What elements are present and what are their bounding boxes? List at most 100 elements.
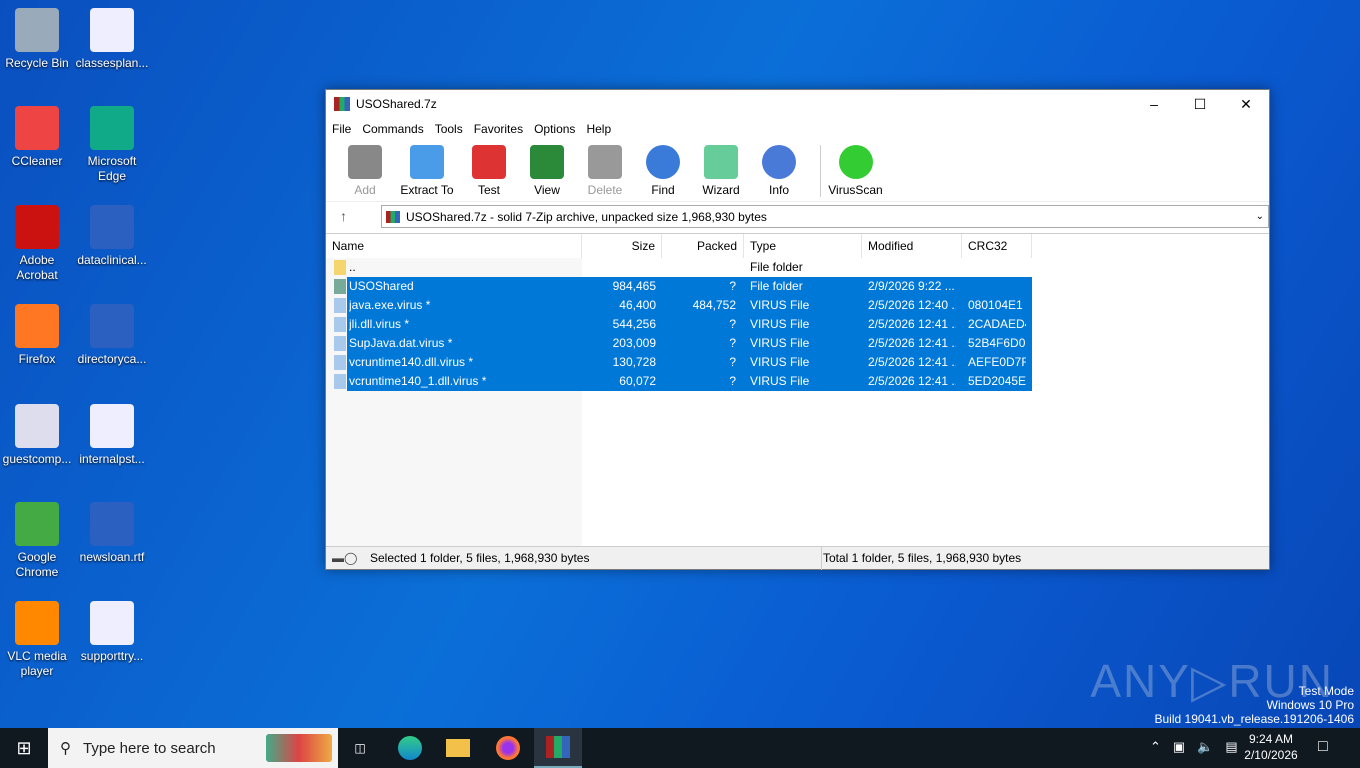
desktop-icon[interactable]: Google Chrome: [0, 502, 75, 580]
desktop-icon-label: Microsoft Edge: [87, 154, 137, 183]
column-header-crc32[interactable]: CRC32: [962, 234, 1032, 258]
start-button[interactable]: ⊞: [0, 728, 48, 768]
table-row[interactable]: vcruntime140.dll.virus * 130,728? VIRUS Fi…: [326, 353, 1032, 372]
cell-size: 130,728: [612, 355, 656, 369]
desktop-icon-label: dataclinical...: [77, 253, 147, 267]
cell-type: VIRUS File: [750, 298, 810, 312]
info-icon: [762, 145, 796, 179]
toolbar-label: Test: [477, 183, 500, 197]
table-row[interactable]: java.exe.virus * 46,400 484,752 VIRUS File 2…: [326, 296, 1032, 315]
cell-packed: ?: [729, 336, 736, 350]
file-icon: [90, 304, 134, 348]
cell-crc: AEFE0D7F: [968, 355, 1026, 369]
network-icon[interactable]: ▤: [1225, 739, 1237, 755]
toolbar-view-button[interactable]: View: [518, 145, 576, 197]
desktop-icon[interactable]: newsloan.rtf: [74, 502, 150, 565]
column-header-name[interactable]: Name: [326, 234, 582, 258]
table-row[interactable]: vcruntime140_1.dll.virus * 60,072? VIRUS F…: [326, 372, 1032, 391]
table-row[interactable]: USOShared 984,465? File folder 2/9/2026 9:2…: [326, 277, 1032, 296]
desktop-icon[interactable]: guestcomp...: [0, 404, 75, 467]
anyrun-watermark: ANY▷RUN Test Mode Windows 10 Pro Build 1…: [1090, 655, 1354, 726]
menu-options[interactable]: Options: [534, 122, 575, 136]
close-button[interactable]: ✕: [1223, 90, 1269, 118]
desktop-icon[interactable]: classesplan...: [74, 8, 150, 71]
desktop-icon-label: Google Chrome: [15, 550, 59, 579]
desktop-icon[interactable]: Adobe Acrobat: [0, 205, 75, 283]
file-icon: [334, 374, 346, 389]
toolbar-add-button[interactable]: Add: [336, 145, 394, 197]
desktop-icon[interactable]: dataclinical...: [74, 205, 150, 268]
file-icon: [90, 404, 134, 448]
firefox-taskbar-button[interactable]: [484, 728, 532, 768]
desktop-icon[interactable]: directoryca...: [74, 304, 150, 367]
volume-icon[interactable]: 🔈: [1197, 739, 1213, 755]
file-icon: [15, 304, 59, 348]
column-header-modified[interactable]: Modified: [862, 234, 962, 258]
anyrun-logo: ANY▷RUN: [1090, 655, 1334, 707]
task-view-button[interactable]: ◫: [336, 728, 384, 768]
toolbar-delete-button[interactable]: Delete: [576, 145, 634, 197]
menu-commands[interactable]: Commands: [362, 122, 423, 136]
up-arrow-icon[interactable]: ↑: [340, 208, 347, 224]
camera-icon[interactable]: ▣: [1173, 739, 1185, 755]
toolbar-find-button[interactable]: Find: [634, 145, 692, 197]
menu-tools[interactable]: Tools: [435, 122, 463, 136]
toolbar-extract-to-button[interactable]: Extract To: [394, 145, 460, 197]
column-header-type[interactable]: Type: [744, 234, 862, 258]
explorer-taskbar-button[interactable]: [434, 728, 482, 768]
toolbar-info-button[interactable]: Info: [750, 145, 808, 197]
cell-size: 46,400: [619, 298, 656, 312]
toolbar-test-button[interactable]: Test: [460, 145, 518, 197]
cell-packed: ?: [729, 355, 736, 369]
desktop-icon[interactable]: Recycle Bin: [0, 8, 75, 71]
desktop-icon[interactable]: supporttry...: [74, 601, 150, 664]
menu-favorites[interactable]: Favorites: [474, 122, 523, 136]
toolbar-label: Info: [768, 183, 789, 197]
search-box[interactable]: ⚲ Type here to search: [48, 728, 338, 768]
find-icon: [646, 145, 680, 179]
desktop-icon[interactable]: CCleaner: [0, 106, 75, 169]
edge-taskbar-button[interactable]: [386, 728, 434, 768]
clock[interactable]: 9:24 AM 2/10/2026: [1243, 731, 1299, 763]
cell-crc: 5ED2045E: [968, 374, 1026, 388]
notification-icon[interactable]: □: [1318, 738, 1328, 756]
toolbar-wizard-button[interactable]: Wizard: [692, 145, 750, 197]
desktop-icon[interactable]: VLC media player: [0, 601, 75, 679]
archive-icon: [386, 210, 400, 223]
cell-name: java.exe.virus *: [349, 298, 431, 312]
cell-name: USOShared: [349, 279, 414, 293]
chevron-up-icon[interactable]: ⌃: [1150, 739, 1161, 755]
cell-name: SupJava.dat.virus *: [349, 336, 453, 350]
table-row[interactable]: SupJava.dat.virus * 203,009? VIRUS File 2/5…: [326, 334, 1032, 353]
cell-name: jli.dll.virus *: [349, 317, 410, 331]
winrar-taskbar-button[interactable]: [534, 728, 582, 768]
address-bar[interactable]: USOShared.7z - solid 7-Zip archive, unpa…: [381, 205, 1269, 228]
chevron-down-icon[interactable]: ⌄: [1256, 211, 1264, 222]
cell-packed: ?: [729, 374, 736, 388]
maximize-button[interactable]: ☐: [1177, 90, 1223, 118]
file-icon: [334, 355, 346, 370]
test-icon: [472, 145, 506, 179]
desktop-icon[interactable]: Firefox: [0, 304, 75, 367]
system-tray: ⌃ ▣ 🔈 ▤: [1150, 739, 1238, 755]
desktop-icon-label: directoryca...: [77, 352, 147, 366]
table-row[interactable]: .. File folder: [326, 258, 1032, 277]
toolbar-label: VirusScan: [828, 183, 883, 197]
status-total: Total 1 folder, 5 files, 1,968,930 bytes: [823, 551, 1022, 565]
file-icon: [15, 8, 59, 52]
search-placeholder: Type here to search: [83, 739, 216, 757]
menu-file[interactable]: File: [332, 122, 351, 136]
time: 9:24 AM: [1248, 732, 1294, 746]
drive-icon: ▬◯: [332, 551, 358, 565]
minimize-button[interactable]: –: [1131, 90, 1177, 118]
table-row[interactable]: jli.dll.virus * 544,256? VIRUS File 2/5/202…: [326, 315, 1032, 334]
desktop-icon[interactable]: Microsoft Edge: [74, 106, 150, 184]
column-header-size[interactable]: Size: [582, 234, 662, 258]
desktop-icon[interactable]: internalpst...: [74, 404, 150, 467]
menu-help[interactable]: Help: [586, 122, 611, 136]
search-icon: ⚲: [60, 740, 71, 757]
toolbar-virusscan-button[interactable]: VirusScan: [820, 145, 890, 197]
toolbar-label: Extract To: [400, 183, 454, 197]
cell-crc: 2CADAED4: [968, 317, 1026, 331]
column-header-packed[interactable]: Packed: [662, 234, 744, 258]
